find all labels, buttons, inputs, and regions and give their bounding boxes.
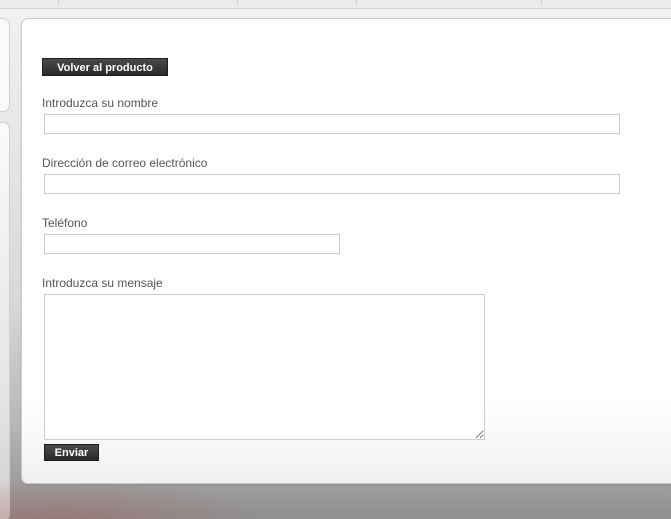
top-tab[interactable]: [59, 0, 238, 6]
back-to-product-button[interactable]: Volver al producto: [42, 58, 168, 76]
top-tab[interactable]: [357, 0, 542, 6]
left-sidebar-panel: [0, 18, 10, 112]
email-field[interactable]: [44, 174, 620, 194]
email-label: Dirección de correo electrónico: [42, 156, 208, 170]
left-sidebar-panel: [0, 122, 10, 519]
top-tab[interactable]: [0, 0, 59, 6]
message-textarea[interactable]: [44, 294, 485, 440]
name-field[interactable]: [44, 114, 620, 134]
top-tab[interactable]: [238, 0, 357, 6]
top-navigation-strip: [0, 0, 671, 9]
message-label: Introduzca su mensaje: [42, 276, 163, 290]
send-button[interactable]: Enviar: [44, 444, 99, 461]
phone-label: Teléfono: [42, 216, 88, 230]
name-label: Introduzca su nombre: [42, 96, 159, 110]
phone-field[interactable]: [44, 234, 340, 254]
background-decoration: [0, 478, 260, 519]
